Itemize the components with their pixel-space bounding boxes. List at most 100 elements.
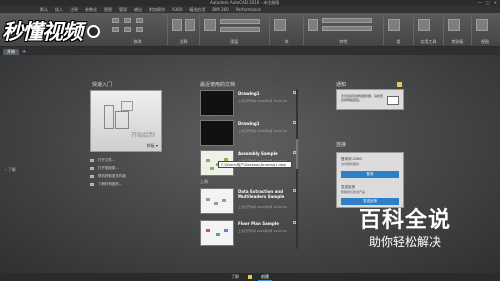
layer-properties-icon[interactable]: [204, 19, 216, 31]
link-label: 了解样例图形...: [98, 181, 123, 186]
mirror-icon[interactable]: [124, 27, 131, 32]
window-controls: — □ ✕: [478, 0, 497, 5]
connect-card: 登录到 A360 访问联机服务 登录 发送反馈 帮助我们改进产品 发送反馈: [336, 152, 404, 208]
open-sheetset-link[interactable]: 打开图纸集...: [90, 164, 126, 172]
ribbon-tab-annotate[interactable]: 注释: [70, 7, 78, 13]
link-label: 打开图纸集...: [98, 165, 119, 170]
tab-learn[interactable]: 了解: [228, 274, 242, 280]
status-bar: 了解 创建: [0, 273, 500, 281]
ribbon-group-label: 实用工具: [420, 39, 437, 44]
linetype-dropdown[interactable]: [322, 26, 372, 31]
link-label: 联机获取更多样板: [98, 173, 126, 178]
recent-item-name: Drawing1: [238, 91, 260, 96]
ribbon-group-label: 特性: [339, 39, 348, 44]
ribbon-group-block: 块: [270, 15, 304, 45]
ribbon-tab-a360[interactable]: A360: [172, 7, 182, 12]
drawing-thumbnail: [200, 90, 234, 116]
move-icon[interactable]: [112, 18, 119, 23]
learn-flag-icon: [248, 275, 252, 279]
recent-list: Drawing1 上次打开时间 2016年8月 19:00:00 Drawing…: [200, 89, 298, 251]
group-icon[interactable]: [388, 19, 400, 31]
layer-tools[interactable]: [220, 27, 260, 32]
ribbon-tab-view[interactable]: 视图: [104, 7, 112, 13]
ribbon-group-groups: 组: [384, 15, 414, 45]
ribbon-group-utilities: 实用工具: [414, 15, 444, 45]
ribbon-tab-insert[interactable]: 插入: [55, 7, 63, 13]
learn-side-tab[interactable]: ‹ 了解: [5, 167, 16, 173]
notification-card: 无法连接到通知服务器，请检查您的网络连接。: [336, 89, 404, 110]
notification-text: 无法连接到通知服务器，请检查您的网络连接。: [341, 94, 384, 102]
ribbon-tabs: 默认 插入 注释 参数化 视图 管理 输出 附加模块 A360 精选应用 BIM…: [0, 6, 500, 13]
open-file-link[interactable]: 打开文件...: [90, 156, 126, 164]
ribbon-tab-apps[interactable]: 精选应用: [189, 7, 205, 13]
dimension-icon[interactable]: [185, 19, 195, 31]
close-button[interactable]: ✕: [494, 0, 497, 5]
ribbon-tab-addins[interactable]: 附加模块: [149, 7, 165, 13]
last-week-label: 上周: [200, 179, 208, 184]
ribbon-group-modify: 修改: [108, 15, 168, 45]
login-button[interactable]: 登录: [341, 171, 399, 178]
folder-icon: [90, 158, 94, 162]
ribbon-group-layers: 图层: [200, 15, 270, 45]
ribbon-group-label: 视图: [481, 39, 489, 44]
ribbon-group-clipboard: 剪贴板: [444, 15, 472, 45]
maximize-button[interactable]: □: [486, 0, 490, 5]
ribbon-tab-bim360[interactable]: BIM 360: [212, 7, 228, 12]
text-icon[interactable]: [172, 19, 182, 31]
measure-icon[interactable]: [418, 19, 430, 31]
recent-item[interactable]: Data Extraction and Multileaders Sample …: [200, 187, 296, 215]
recent-item-name: Assembly Sample: [238, 151, 278, 156]
copy-icon[interactable]: [112, 27, 119, 32]
drawing-thumbnail: [200, 120, 234, 146]
color-dropdown[interactable]: [322, 18, 372, 23]
notification-flag-icon: [397, 82, 402, 87]
insert-block-icon[interactable]: [274, 19, 286, 31]
get-started-title: 快速入门: [92, 82, 113, 88]
ribbon-tab-manage[interactable]: 管理: [119, 7, 127, 13]
watermark-subtitle: 助你轻松解决: [368, 235, 441, 249]
minimize-button[interactable]: —: [478, 0, 482, 5]
recent-item[interactable]: Drawing1 上次打开时间 2016年8月 19:00:00: [200, 119, 296, 147]
recent-item[interactable]: Drawing1 上次打开时间 2016年8月 19:00:00: [200, 89, 296, 117]
rotate-icon[interactable]: [124, 18, 131, 23]
login-desc: 访问联机服务: [341, 162, 360, 166]
start-drawing-label: 开始绘制: [130, 132, 155, 139]
fillet-icon[interactable]: [136, 27, 143, 32]
sample-drawings-link[interactable]: 了解样例图形...: [90, 180, 126, 188]
template-dropdown[interactable]: 样板 ▾: [147, 143, 158, 149]
view-icon[interactable]: [476, 19, 488, 31]
ribbon-tab-output[interactable]: 输出: [134, 7, 142, 13]
feedback-button[interactable]: 发送反馈: [341, 198, 399, 205]
recent-title: 最近使用的文档: [200, 82, 236, 88]
paste-icon[interactable]: [448, 19, 460, 31]
layer-dropdown[interactable]: [220, 19, 260, 24]
learn-side-label: 了解: [7, 167, 16, 172]
ribbon-tab-parametric[interactable]: 参数化: [85, 7, 97, 13]
start-drawing-card[interactable]: 开始绘制 样板 ▾: [90, 90, 162, 152]
trim-icon[interactable]: [136, 18, 143, 23]
ribbon-tab-default[interactable]: 默认: [40, 7, 48, 13]
ribbon-tab-performance[interactable]: Performance: [236, 7, 261, 12]
ribbon-group-label: 组: [396, 39, 401, 44]
recent-item[interactable]: Floor Plan Sample 上次打开时间 2016年8月 19:00:0…: [200, 219, 296, 247]
notifications-title: 通知: [336, 82, 347, 88]
connect-title: 连接: [336, 142, 347, 148]
match-properties-icon[interactable]: [308, 19, 318, 31]
ribbon: 修改 注释 图层 块 特性 组 实用工具 剪贴板 视图 秒懂视频: [0, 13, 500, 47]
recent-item-meta: 上次打开时间 2016年8月 19:00:00: [238, 205, 287, 209]
sample-icon: [90, 182, 94, 186]
tab-create[interactable]: 创建: [258, 274, 272, 281]
recent-scrollbar[interactable]: [296, 89, 298, 249]
get-started-panel: 开始绘制 样板 ▾ 打开文件... 打开图纸集... 联机获取更多样板 了解样例…: [90, 90, 162, 190]
ribbon-group-properties: 特性: [304, 15, 384, 45]
recent-item-meta: 上次打开时间 2016年8月 19:00:00: [238, 229, 287, 233]
logo-bubble-icon: [87, 24, 100, 38]
get-templates-link[interactable]: 联机获取更多样板: [90, 172, 126, 180]
ribbon-group-label: 注释: [179, 39, 188, 44]
file-path-tooltip: C:\Users\用户\Desktop\Drawing1.dwg: [218, 161, 292, 168]
recent-item-name: Floor Plan Sample: [238, 221, 279, 226]
document-tabs: 开始 +: [0, 47, 500, 55]
watermark-title: 百科全说: [358, 208, 451, 233]
ribbon-group-view: 视图: [472, 15, 498, 45]
feedback-desc: 帮助我们改进产品: [341, 190, 366, 194]
